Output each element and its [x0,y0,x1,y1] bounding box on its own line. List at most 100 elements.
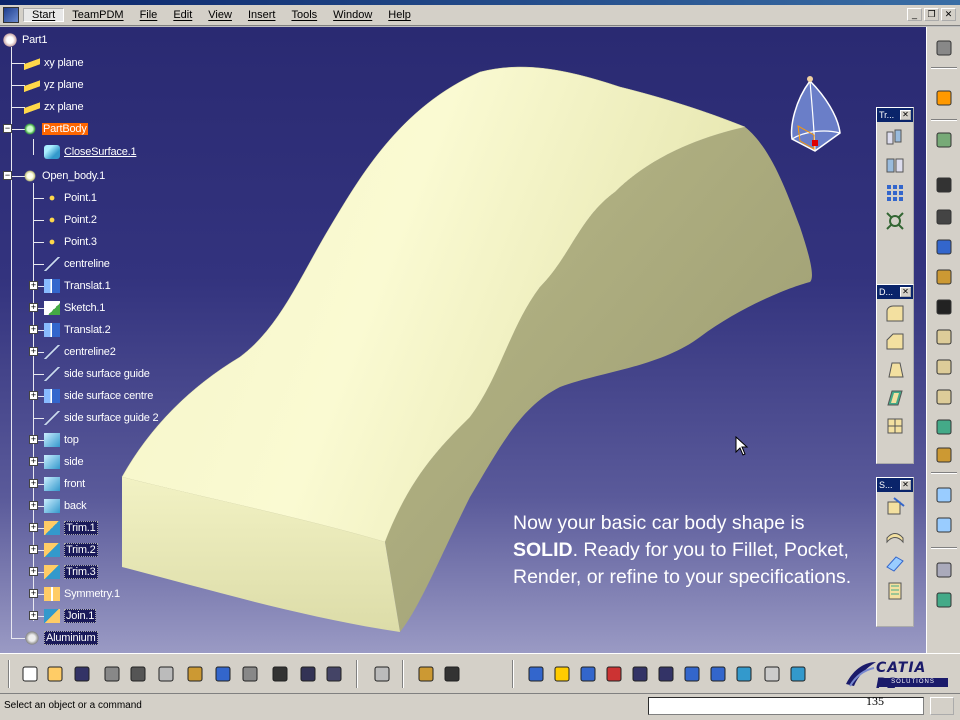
hole-icon[interactable] [931,294,957,320]
expand-toggle[interactable]: + [29,545,38,554]
menu-view[interactable]: View [200,9,240,21]
rib-icon[interactable] [931,324,957,350]
tree-node-front[interactable]: + front [29,475,85,493]
shell-icon[interactable] [882,385,908,411]
expand-toggle[interactable]: + [29,347,38,356]
menu-edit[interactable]: Edit [165,9,200,21]
close-icon[interactable]: ✕ [900,110,911,120]
close-surface-icon[interactable] [882,550,908,576]
print-icon[interactable] [100,662,124,686]
menu-insert[interactable]: Insert [240,9,284,21]
tree-node-trim-3[interactable]: + Trim.3 [29,563,98,581]
menu-file[interactable]: File [132,9,166,21]
thick-surface-icon[interactable] [882,522,908,548]
slot-icon[interactable] [931,354,957,380]
zoom-out-icon[interactable] [654,662,678,686]
menu-window[interactable]: Window [325,9,380,21]
pan-icon[interactable] [576,662,600,686]
tree-node-side-surface-guide[interactable]: side surface guide [33,365,150,383]
menu-help[interactable]: Help [380,9,419,21]
paste-icon[interactable] [183,662,207,686]
tree-node-closesurface[interactable]: CloseSurface.1 [44,143,137,161]
table-icon[interactable] [296,662,320,686]
tree-node-trim-1[interactable]: + Trim.1 [29,519,98,537]
draft-icon[interactable] [882,357,908,383]
expand-toggle[interactable]: + [29,611,38,620]
menu-start[interactable]: Start [23,8,65,22]
tree-node-top[interactable]: + top [29,431,79,449]
close-surface-icon[interactable] [931,512,957,538]
tree-node-point-3[interactable]: Point.3 [33,233,97,251]
collapse-toggle[interactable]: − [3,171,12,180]
swap-icon[interactable] [786,662,810,686]
translation-icon[interactable] [882,124,908,150]
tools-icon[interactable] [414,662,438,686]
thick-surface-icon[interactable] [931,482,957,508]
menu-tools[interactable]: Tools [283,9,325,21]
redo-icon[interactable] [238,662,262,686]
tree-node-translat-2[interactable]: + Translat.2 [29,321,111,339]
groove-icon[interactable] [931,264,957,290]
fly-icon[interactable] [524,662,548,686]
fillet-icon[interactable] [882,301,908,327]
tree-node-point-2[interactable]: Point.2 [33,211,97,229]
split-icon[interactable] [882,494,908,520]
pattern-icon[interactable] [882,180,908,206]
knowledge-icon[interactable] [440,662,464,686]
undo-icon[interactable] [211,662,235,686]
sew-surface-icon[interactable] [931,587,957,613]
expand-toggle[interactable]: + [29,435,38,444]
expand-toggle[interactable]: + [29,567,38,576]
remove-loft-icon[interactable] [931,442,957,468]
3d-viewport[interactable]: Part1 xy plane yz plane zx plane − PartB… [0,27,926,653]
tree-node-part1[interactable]: Part1 [2,31,47,49]
sew-surface-icon[interactable] [882,578,908,604]
loft-icon[interactable] [931,414,957,440]
shaft-icon[interactable] [931,234,957,260]
render-style-icon[interactable] [732,662,756,686]
cut-icon[interactable] [126,662,150,686]
normal-view-icon[interactable] [680,662,704,686]
tree-node-zx-plane[interactable]: zx plane [24,98,84,116]
scaling-icon[interactable] [882,208,908,234]
views-icon[interactable] [706,662,730,686]
tree-node-aluminium[interactable]: Aluminium [11,629,98,647]
catia-app-icon[interactable] [3,7,19,23]
save-icon[interactable] [70,662,94,686]
tree-node-side[interactable]: + side [29,453,84,471]
minimize-icon[interactable]: _ [907,8,922,21]
stiffener-icon[interactable] [931,384,957,410]
tree-node-join-1[interactable]: + Join.1 [29,607,97,625]
expand-toggle[interactable]: + [29,281,38,290]
tree-node-centreline2[interactable]: + centreline2 [29,343,116,361]
open-icon[interactable] [43,662,67,686]
expand-toggle[interactable]: + [29,457,38,466]
expand-toggle[interactable]: + [29,589,38,598]
tree-node-partbody[interactable]: − PartBody [3,120,88,138]
restore-icon[interactable]: ❐ [924,8,939,21]
tree-node-open-body[interactable]: − Open_body.1 [3,167,105,185]
tree-node-sketch-1[interactable]: + Sketch.1 [29,299,105,317]
tree-node-point-1[interactable]: Point.1 [33,189,97,207]
tree-node-centreline[interactable]: centreline [33,255,110,273]
formula-icon[interactable] [268,662,292,686]
tree-node-trim-2[interactable]: + Trim.2 [29,541,98,559]
expand-toggle[interactable]: + [29,303,38,312]
close-icon[interactable]: ✕ [941,8,956,21]
tree-node-translat-1[interactable]: + Translat.1 [29,277,111,295]
collapse-toggle[interactable]: − [3,124,12,133]
expand-toggle[interactable]: + [29,391,38,400]
tree-node-side-surface-guide-2[interactable]: side surface guide 2 [33,409,159,427]
tree-node-side-surface-centre[interactable]: + side surface centre [29,387,153,405]
gear-icon[interactable] [931,35,957,61]
rotate-icon[interactable] [602,662,626,686]
expand-toggle[interactable]: + [29,501,38,510]
expand-toggle[interactable]: + [29,523,38,532]
compass-icon[interactable] [780,71,850,161]
thickness-icon[interactable] [882,413,908,439]
select-arrow-icon[interactable] [931,85,957,111]
expand-toggle[interactable]: + [29,325,38,334]
close-icon[interactable]: ✕ [900,287,911,297]
menu-teampdm[interactable]: TeamPDM [64,9,131,21]
copy-icon[interactable] [154,662,178,686]
